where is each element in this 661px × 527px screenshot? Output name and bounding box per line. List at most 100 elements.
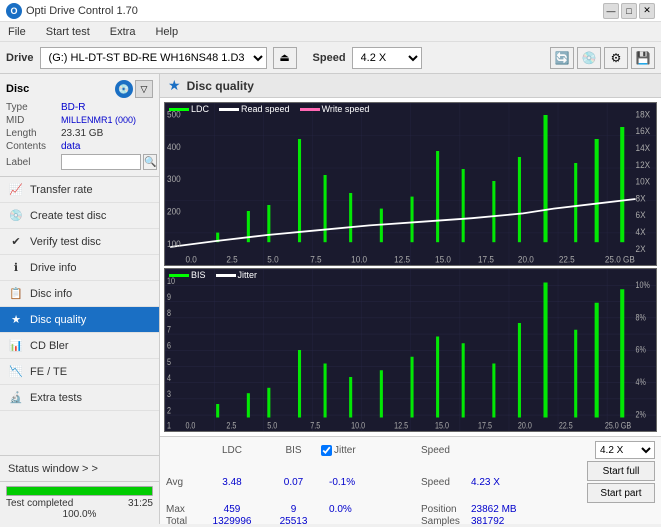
svg-text:18X: 18X bbox=[636, 109, 651, 120]
stats-total-row: Total 1329996 25513 Samples 381792 bbox=[166, 516, 655, 527]
fe-te-icon: 📉 bbox=[8, 364, 24, 380]
stats-bis-header: BIS bbox=[266, 445, 321, 456]
disc-info-icon: 📋 bbox=[8, 286, 24, 302]
svg-text:6: 6 bbox=[167, 340, 171, 351]
svg-text:14X: 14X bbox=[636, 142, 651, 153]
disc-panel: Disc 💿 ▽ Type BD-R MID MILLENMR1 (000) L… bbox=[0, 74, 159, 177]
stats-header-row: LDC BIS Jitter Speed 4.2 X bbox=[166, 441, 655, 459]
disc-button[interactable]: 💿 bbox=[577, 47, 601, 69]
disc-label-input[interactable] bbox=[61, 154, 141, 170]
svg-text:4: 4 bbox=[167, 372, 171, 383]
svg-text:12X: 12X bbox=[636, 159, 651, 170]
sidebar-item-label-disc-quality: Disc quality bbox=[30, 314, 86, 326]
menubar: File Start test Extra Help bbox=[0, 22, 661, 42]
legend-read-speed: Read speed bbox=[219, 104, 290, 114]
svg-text:4%: 4% bbox=[636, 376, 647, 387]
start-full-button[interactable]: Start full bbox=[587, 461, 655, 481]
svg-text:3: 3 bbox=[167, 388, 171, 399]
stats-speed-val0: 4.23 X bbox=[471, 477, 551, 488]
chart-bottom: BIS Jitter bbox=[164, 268, 657, 432]
chart-top-svg: 500 400 300 200 100 18X 16X 14X 12X 10X … bbox=[165, 103, 656, 265]
save-button[interactable]: 💾 bbox=[631, 47, 655, 69]
disc-length-label: Length bbox=[6, 128, 61, 139]
disc-mid-row: MID MILLENMR1 (000) bbox=[6, 115, 153, 126]
stats-speed-val1: 23862 MB bbox=[471, 504, 551, 515]
svg-text:10.0: 10.0 bbox=[351, 419, 365, 430]
sidebar-item-verify-test-disc[interactable]: ✔ Verify test disc bbox=[0, 229, 159, 255]
legend-write-speed: Write speed bbox=[300, 104, 370, 114]
speed-dropdown[interactable]: 4.2 X bbox=[595, 441, 655, 459]
disc-label-btn[interactable]: 🔍 bbox=[143, 154, 157, 170]
main-layout: Disc 💿 ▽ Type BD-R MID MILLENMR1 (000) L… bbox=[0, 74, 661, 524]
svg-text:2: 2 bbox=[167, 404, 171, 415]
toolbar-icons: 🔄 💿 ⚙ 💾 bbox=[550, 47, 655, 69]
progress-time: 31:25 bbox=[128, 498, 153, 509]
content-title: Disc quality bbox=[187, 79, 254, 93]
disc-quality-icon: ★ bbox=[8, 312, 24, 328]
speed-select[interactable]: 4.2 X bbox=[352, 47, 422, 69]
menu-help[interactable]: Help bbox=[151, 25, 182, 39]
sidebar-item-create-test-disc[interactable]: 💿 Create test disc bbox=[0, 203, 159, 229]
svg-text:7.5: 7.5 bbox=[310, 254, 321, 265]
svg-text:1: 1 bbox=[167, 419, 171, 430]
sidebar-item-disc-info[interactable]: 📋 Disc info bbox=[0, 281, 159, 307]
status-window-button[interactable]: Status window > > bbox=[0, 455, 159, 481]
svg-text:10%: 10% bbox=[636, 279, 651, 290]
speed-label: Speed bbox=[313, 52, 346, 64]
sidebar-item-cd-bler[interactable]: 📊 CD Bler bbox=[0, 333, 159, 359]
stats-total-ldc: 1329996 bbox=[198, 516, 266, 527]
jitter-color bbox=[216, 274, 236, 277]
close-button[interactable]: ✕ bbox=[639, 3, 655, 19]
content-icon: ★ bbox=[168, 77, 181, 94]
svg-text:2X: 2X bbox=[636, 243, 646, 254]
legend-write-label: Write speed bbox=[322, 104, 370, 114]
stats-max-jitter: 0.0% bbox=[321, 504, 421, 515]
content-area: ★ Disc quality LDC Read speed bbox=[160, 74, 661, 524]
titlebar-controls[interactable]: — □ ✕ bbox=[603, 3, 655, 19]
titlebar: O Opti Drive Control 1.70 — □ ✕ bbox=[0, 0, 661, 22]
legend-ldc: LDC bbox=[169, 104, 209, 114]
svg-text:0.0: 0.0 bbox=[185, 254, 196, 265]
svg-text:10.0: 10.0 bbox=[351, 254, 367, 265]
svg-text:15.0: 15.0 bbox=[435, 254, 451, 265]
svg-text:22.5: 22.5 bbox=[559, 419, 573, 430]
disc-label-key: Label bbox=[6, 157, 61, 168]
refresh-button[interactable]: 🔄 bbox=[550, 47, 574, 69]
maximize-button[interactable]: □ bbox=[621, 3, 637, 19]
progress-label: Test completed bbox=[6, 498, 73, 509]
svg-text:8: 8 bbox=[167, 307, 171, 318]
jitter-checkbox[interactable] bbox=[321, 445, 332, 456]
settings-button[interactable]: ⚙ bbox=[604, 47, 628, 69]
svg-text:200: 200 bbox=[167, 206, 181, 217]
svg-text:22.5: 22.5 bbox=[559, 254, 575, 265]
sidebar-item-extra-tests[interactable]: 🔬 Extra tests bbox=[0, 385, 159, 411]
minimize-button[interactable]: — bbox=[603, 3, 619, 19]
svg-text:4X: 4X bbox=[636, 226, 646, 237]
legend-ldc-label: LDC bbox=[191, 104, 209, 114]
menu-extra[interactable]: Extra bbox=[106, 25, 140, 39]
progress-percent: 100.0% bbox=[6, 509, 153, 520]
ldc-color bbox=[169, 108, 189, 111]
drivebar: Drive (G:) HL-DT-ST BD-RE WH16NS48 1.D3 … bbox=[0, 42, 661, 74]
svg-text:12.5: 12.5 bbox=[394, 419, 408, 430]
eject-button[interactable]: ⏏ bbox=[273, 47, 297, 69]
drive-select[interactable]: (G:) HL-DT-ST BD-RE WH16NS48 1.D3 bbox=[40, 47, 267, 69]
cd-bler-icon: 📊 bbox=[8, 338, 24, 354]
menu-start-test[interactable]: Start test bbox=[42, 25, 94, 39]
sidebar-item-disc-quality[interactable]: ★ Disc quality bbox=[0, 307, 159, 333]
sidebar-item-drive-info[interactable]: ℹ Drive info bbox=[0, 255, 159, 281]
sidebar-item-fe-te[interactable]: 📉 FE / TE bbox=[0, 359, 159, 385]
drive-label: Drive bbox=[6, 52, 34, 64]
stats-max-label: Max bbox=[166, 504, 198, 515]
titlebar-left: O Opti Drive Control 1.70 bbox=[6, 3, 138, 19]
stats-avg-bis: 0.07 bbox=[266, 477, 321, 488]
stats-speed-label1: Position bbox=[421, 504, 471, 515]
sidebar-item-transfer-rate[interactable]: 📈 Transfer rate bbox=[0, 177, 159, 203]
svg-text:100: 100 bbox=[167, 238, 181, 249]
stats-speed-val2: 381792 bbox=[471, 516, 551, 527]
svg-text:25.0 GB: 25.0 GB bbox=[605, 419, 632, 430]
start-part-button[interactable]: Start part bbox=[587, 483, 655, 503]
menu-file[interactable]: File bbox=[4, 25, 30, 39]
disc-type-label: Type bbox=[6, 102, 61, 113]
disc-eject-icon[interactable]: ▽ bbox=[135, 80, 153, 98]
